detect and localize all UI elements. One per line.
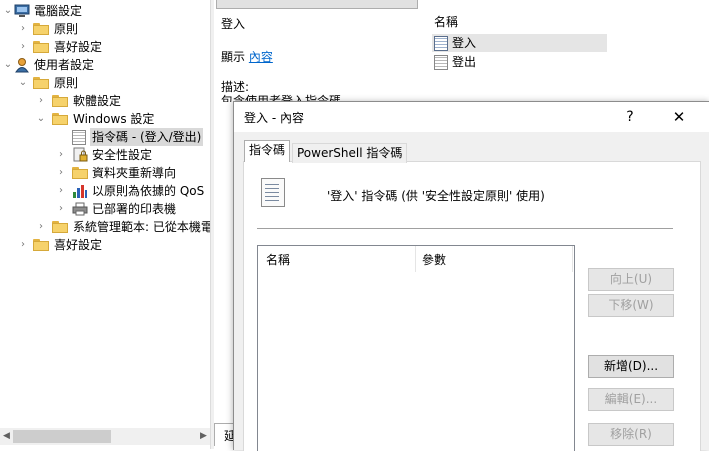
chevron-right-icon[interactable]: › <box>35 218 47 236</box>
folder-icon <box>33 23 49 35</box>
tree-item-qos[interactable]: › 以原則為依據的 QoS <box>0 182 210 200</box>
scroll-left-icon[interactable]: ◀ <box>0 428 13 445</box>
script-icon <box>434 36 448 51</box>
tree-item-user-policies[interactable]: ⌄ 原則 <box>0 74 210 92</box>
chevron-right-icon[interactable]: › <box>55 164 67 182</box>
top-tab-remnant <box>216 0 418 9</box>
scrollbar-thumb[interactable] <box>13 430 111 443</box>
chevron-right-icon[interactable]: › <box>35 92 47 110</box>
computer-icon <box>14 3 30 19</box>
chevron-right-icon[interactable]: › <box>55 146 67 164</box>
chevron-down-icon[interactable]: ⌄ <box>2 56 14 74</box>
display-properties-line: 顯示 內容 <box>221 48 273 65</box>
security-icon <box>72 147 88 163</box>
chevron-down-icon[interactable]: ⌄ <box>35 110 47 128</box>
chevron-right-icon[interactable]: › <box>17 20 29 38</box>
tree-item-user-preferences[interactable]: › 喜好設定 <box>0 236 210 254</box>
horizontal-scrollbar[interactable]: ◀ ▶ <box>0 428 210 445</box>
scripts-table[interactable]: 名稱 參數 <box>257 245 575 451</box>
column-divider[interactable] <box>572 246 573 272</box>
edit-button[interactable]: 編輯(E)... <box>588 388 674 411</box>
script-icon <box>72 130 86 145</box>
tree-item-folder-redirection[interactable]: › 資料夾重新導向 <box>0 164 210 182</box>
folder-icon <box>33 77 49 89</box>
list-item-logon[interactable]: 登入 <box>432 34 607 52</box>
folder-icon <box>52 221 68 233</box>
column-header-parameters[interactable]: 參數 <box>422 251 446 268</box>
chevron-down-icon[interactable]: ⌄ <box>17 74 29 92</box>
script-icon <box>434 55 448 70</box>
list-column-name-header[interactable]: 名稱 <box>434 13 458 30</box>
tree-item-windows-settings[interactable]: ⌄ Windows 設定 <box>0 110 210 128</box>
close-icon[interactable]: ✕ <box>659 102 699 132</box>
dialog-title: 登入 - 內容 <box>244 111 304 125</box>
tree-item-computer-preferences[interactable]: › 喜好設定 <box>0 38 210 56</box>
folder-icon <box>52 95 68 107</box>
printer-icon <box>72 201 88 217</box>
scroll-right-icon[interactable]: ▶ <box>197 428 210 445</box>
bar-chart-icon <box>72 183 88 199</box>
user-icon <box>14 57 30 73</box>
chevron-right-icon[interactable]: › <box>17 38 29 56</box>
properties-link[interactable]: 內容 <box>249 50 273 64</box>
tree-item-computer-config[interactable]: ⌄ 電腦設定 <box>0 2 210 20</box>
tab-powershell-scripts[interactable]: PowerShell 指令碼 <box>292 143 408 163</box>
column-header-name[interactable]: 名稱 <box>266 251 290 268</box>
properties-dialog: 登入 - 內容 ? ✕ 指令碼 PowerShell 指令碼 '登入' 指令碼 … <box>233 101 709 451</box>
tree-item-user-config[interactable]: ⌄ 使用者設定 <box>0 56 210 74</box>
tree-item-scripts[interactable]: 指令碼 - (登入/登出) <box>0 128 210 146</box>
folder-icon <box>72 167 88 179</box>
display-prefix: 顯示 <box>221 50 249 64</box>
navigation-tree: ⌄ 電腦設定 › 原則 › 喜好設定 ⌄ 使用者設定 ⌄ 原則 › 軟體設定 ⌄… <box>0 0 210 449</box>
column-divider[interactable] <box>415 246 416 272</box>
move-down-button[interactable]: 下移(W) <box>588 294 674 317</box>
separator <box>257 228 673 229</box>
chevron-right-icon[interactable]: › <box>17 236 29 254</box>
pane-splitter[interactable] <box>210 0 214 449</box>
script-icon <box>261 178 285 207</box>
tree-item-computer-policies[interactable]: › 原則 <box>0 20 210 38</box>
scripts-info-text: '登入' 指令碼 (供 '安全性設定原則' 使用) <box>327 189 545 203</box>
tree-item-software-settings[interactable]: › 軟體設定 <box>0 92 210 110</box>
help-button[interactable]: ? <box>614 102 646 132</box>
chevron-down-icon[interactable]: ⌄ <box>2 2 14 20</box>
detail-title: 登入 <box>221 17 246 31</box>
folder-icon <box>33 239 49 251</box>
chevron-right-icon[interactable]: › <box>55 200 67 218</box>
tree-item-admin-templates[interactable]: › 系統管理範本: 已從本機電 <box>0 218 210 236</box>
remove-button[interactable]: 移除(R) <box>588 423 674 446</box>
tree-item-deployed-printers[interactable]: › 已部署的印表機 <box>0 200 210 218</box>
chevron-right-icon[interactable]: › <box>55 182 67 200</box>
tree-item-security-settings[interactable]: › 安全性設定 <box>0 146 210 164</box>
move-up-button[interactable]: 向上(U) <box>588 268 674 291</box>
dialog-titlebar[interactable]: 登入 - 內容 ? ✕ <box>234 102 709 132</box>
tab-scripts[interactable]: 指令碼 <box>244 140 291 162</box>
add-button[interactable]: 新增(D)... <box>588 355 674 378</box>
list-item-logoff[interactable]: 登出 <box>432 53 607 71</box>
folder-icon <box>33 41 49 53</box>
folder-open-icon <box>52 113 68 125</box>
